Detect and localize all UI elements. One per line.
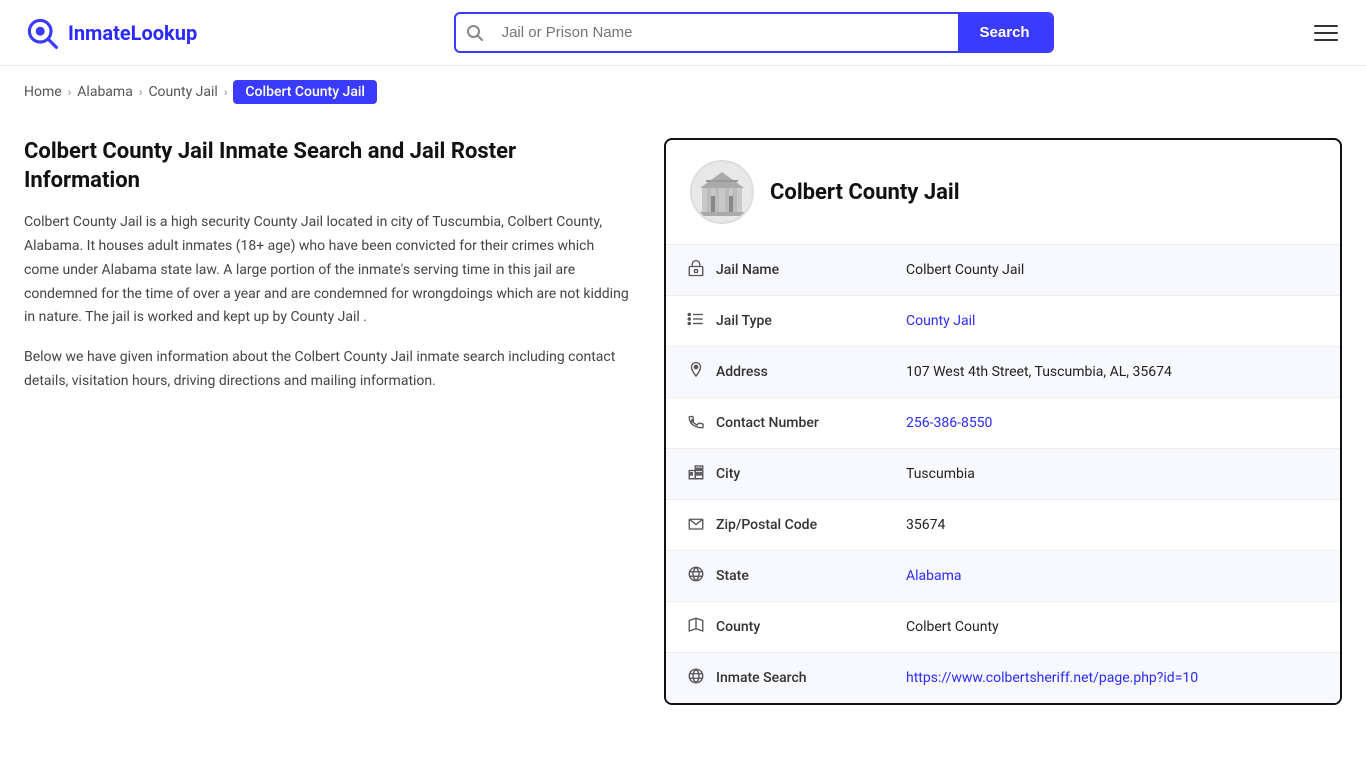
row-label-cell-8: Inmate Search: [666, 653, 886, 704]
breadcrumb-chevron-3: ›: [224, 85, 228, 99]
card-header: Colbert County Jail: [666, 140, 1340, 245]
breadcrumb-alabama[interactable]: Alabama: [77, 84, 133, 100]
row-value-cell-3[interactable]: 256-386-8550: [886, 398, 1340, 449]
table-row: Contact Number 256-386-8550: [666, 398, 1340, 449]
description-2: Below we have given information about th…: [24, 346, 632, 394]
row-label-cell-7: County: [666, 602, 886, 653]
table-row: Address 107 West 4th Street, Tuscumbia, A…: [666, 347, 1340, 398]
pin-icon: [686, 361, 706, 383]
search-wrapper: Search: [454, 12, 1054, 53]
table-row: Jail Name Colbert County Jail: [666, 245, 1340, 296]
table-row: Inmate Search https://www.colbertsheriff.…: [666, 653, 1340, 704]
row-label-text-8: Inmate Search: [716, 670, 807, 686]
row-label-text-2: Address: [716, 364, 768, 380]
table-row: Jail Type County Jail: [666, 296, 1340, 347]
row-label-text-0: Jail Name: [716, 262, 779, 278]
mail-icon: [686, 514, 706, 536]
breadcrumb-county-jail[interactable]: County Jail: [148, 84, 217, 100]
county-icon: [686, 616, 706, 638]
list-icon: [686, 310, 706, 332]
city-icon: [686, 463, 706, 485]
jail-icon: [686, 259, 706, 281]
row-value-link-1[interactable]: County Jail: [906, 313, 975, 329]
row-value-link-8[interactable]: https://www.colbertsheriff.net/page.php?…: [906, 670, 1198, 686]
globe2-icon: [686, 667, 706, 689]
table-row: County Colbert County: [666, 602, 1340, 653]
main-content: Colbert County Jail Inmate Search and Ja…: [0, 118, 1366, 745]
page-title: Colbert County Jail Inmate Search and Ja…: [24, 138, 632, 195]
row-value-cell-1[interactable]: County Jail: [886, 296, 1340, 347]
row-label-cell-3: Contact Number: [666, 398, 886, 449]
site-header: InmateLookup Search: [0, 0, 1366, 66]
search-button[interactable]: Search: [958, 14, 1052, 51]
row-label-text-1: Jail Type: [716, 313, 772, 329]
row-value-link-6[interactable]: Alabama: [906, 568, 962, 584]
facility-building-icon: [696, 166, 748, 218]
site-name: InmateLookup: [68, 21, 197, 45]
row-label-text-6: State: [716, 568, 749, 584]
row-label-text-7: County: [716, 619, 760, 635]
row-value-cell-7: Colbert County: [886, 602, 1340, 653]
breadcrumb-current: Colbert County Jail: [233, 80, 377, 104]
row-value-cell-5: 35674: [886, 500, 1340, 551]
breadcrumb: Home › Alabama › County Jail › Colbert C…: [0, 66, 1366, 118]
breadcrumb-home[interactable]: Home: [24, 84, 62, 100]
row-label-cell-1: Jail Type: [666, 296, 886, 347]
row-label-cell-0: Jail Name: [666, 245, 886, 296]
phone-icon: [686, 412, 706, 434]
info-table: Jail Name Colbert County Jail Jail Type Cou…: [666, 245, 1340, 703]
row-label-text-3: Contact Number: [716, 415, 819, 431]
facility-avatar: [690, 160, 754, 224]
row-value-cell-6[interactable]: Alabama: [886, 551, 1340, 602]
table-row: City Tuscumbia: [666, 449, 1340, 500]
row-value-cell-8[interactable]: https://www.colbertsheriff.net/page.php?…: [886, 653, 1340, 704]
row-label-cell-5: Zip/Postal Code: [666, 500, 886, 551]
row-value-cell-0: Colbert County Jail: [886, 245, 1340, 296]
search-magnifier-icon: [456, 16, 494, 50]
breadcrumb-chevron-1: ›: [68, 85, 72, 99]
logo-icon: [24, 15, 60, 51]
table-row: Zip/Postal Code 35674: [666, 500, 1340, 551]
row-label-text-5: Zip/Postal Code: [716, 517, 817, 533]
search-area: Search: [454, 12, 1054, 53]
description-1: Colbert County Jail is a high security C…: [24, 211, 632, 330]
search-input[interactable]: [494, 14, 958, 51]
row-value-cell-4: Tuscumbia: [886, 449, 1340, 500]
hamburger-menu[interactable]: [1310, 21, 1342, 45]
row-label-text-4: City: [716, 466, 740, 482]
site-logo[interactable]: InmateLookup: [24, 15, 197, 51]
left-panel: Colbert County Jail Inmate Search and Ja…: [24, 138, 664, 705]
card-facility-name: Colbert County Jail: [770, 180, 960, 205]
table-row: State Alabama: [666, 551, 1340, 602]
row-value-cell-2: 107 West 4th Street, Tuscumbia, AL, 3567…: [886, 347, 1340, 398]
breadcrumb-chevron-2: ›: [139, 85, 143, 99]
row-value-link-3[interactable]: 256-386-8550: [906, 415, 992, 431]
info-card: Colbert County Jail Jail Name Colbert Cou…: [664, 138, 1342, 705]
row-label-cell-2: Address: [666, 347, 886, 398]
row-label-cell-4: City: [666, 449, 886, 500]
globe-icon: [686, 565, 706, 587]
row-label-cell-6: State: [666, 551, 886, 602]
